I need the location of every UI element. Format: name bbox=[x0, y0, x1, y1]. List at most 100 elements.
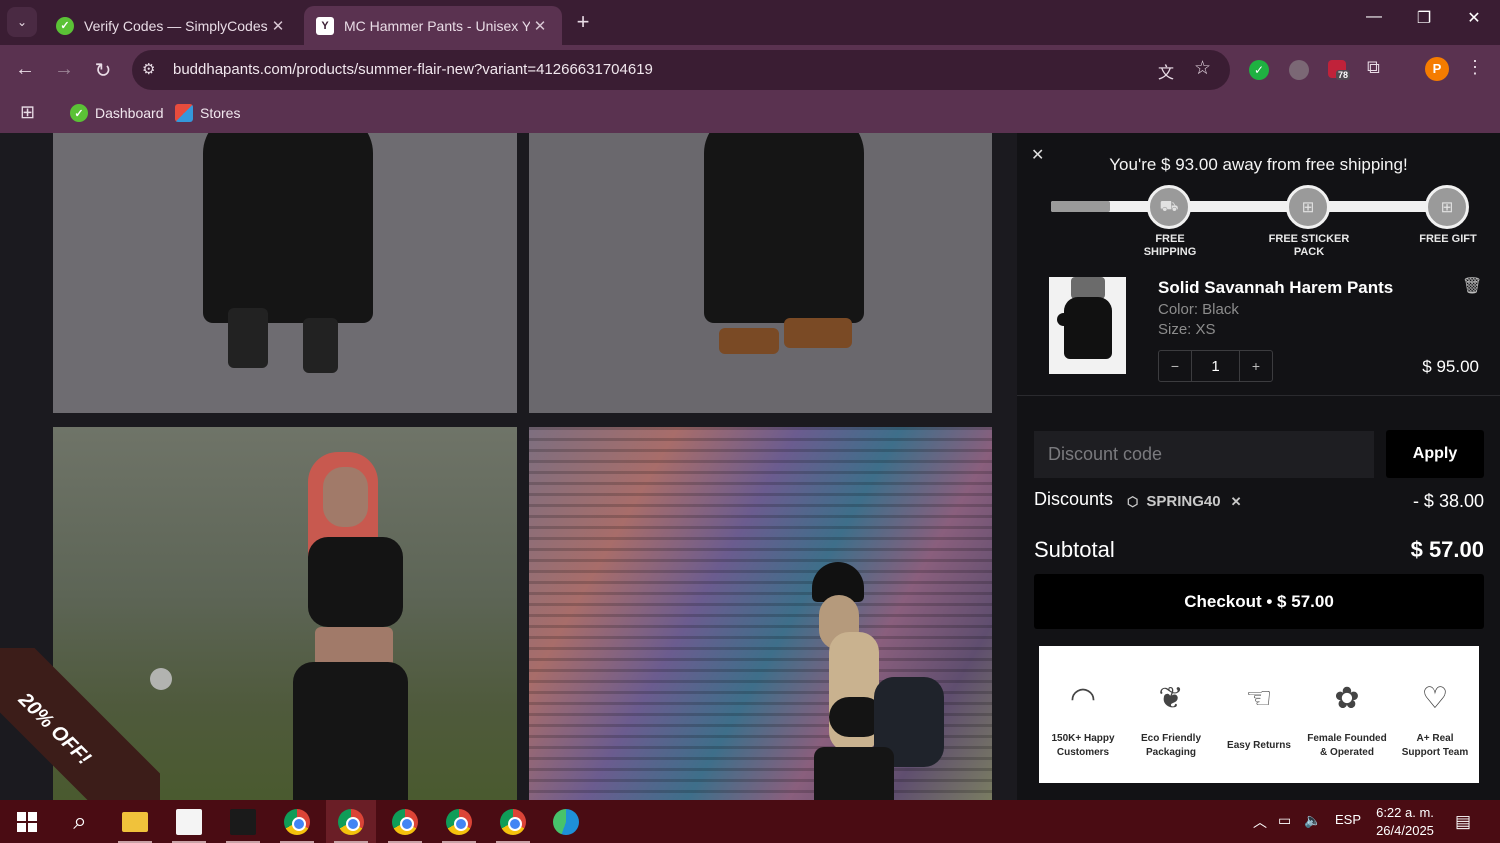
new-tab-button[interactable]: + bbox=[570, 9, 596, 35]
extension-badge-count: 78 bbox=[1336, 70, 1351, 80]
bookmark-star-icon[interactable]: ☆ bbox=[1194, 57, 1211, 80]
subtotal-label: Subtotal bbox=[1034, 537, 1115, 562]
product-photo-4[interactable] bbox=[529, 427, 992, 800]
buddhapants-favicon-icon: Y bbox=[316, 16, 334, 35]
cart-item-image[interactable] bbox=[1049, 277, 1126, 374]
start-button[interactable] bbox=[2, 800, 52, 843]
promo-ribbon[interactable]: 20% OFF! bbox=[0, 648, 160, 800]
badge-label: 150K+ Happy Customers bbox=[1051, 733, 1115, 758]
profile-avatar[interactable]: P bbox=[1425, 57, 1449, 81]
sandal-right bbox=[303, 318, 338, 373]
folder-icon bbox=[122, 811, 148, 832]
flower-icon: ✿ bbox=[1334, 682, 1360, 715]
edge-button[interactable] bbox=[541, 800, 591, 843]
sandal-right bbox=[784, 318, 852, 348]
volume-icon[interactable]: 🔈 bbox=[1304, 812, 1321, 829]
milestone-label: FREE GIFT bbox=[1419, 233, 1477, 245]
subtotal-value: $ 57.00 bbox=[1410, 537, 1484, 562]
windows-taskbar: ⌕ ︿ ▭ 🔈 ESP 6:22 a. m. 26/4/2025 ▤ bbox=[0, 800, 1500, 843]
quantity-value[interactable]: 1 bbox=[1191, 351, 1240, 381]
divider bbox=[1017, 395, 1500, 396]
tab-strip: ⌄ ✓ Verify Codes — SimplyCodes ✕ Y MC Ha… bbox=[0, 0, 1500, 45]
clock[interactable]: 6:22 a. m. 26/4/2025 bbox=[1366, 804, 1444, 840]
cart-item-name[interactable]: Solid Savannah Harem Pants bbox=[1158, 278, 1393, 298]
heart-icon: ♡ bbox=[1421, 682, 1449, 715]
address-bar[interactable]: ⚙ buddhapants.com/products/summer-flair-… bbox=[132, 50, 1230, 90]
chrome-icon bbox=[446, 808, 472, 835]
extension-badge-button[interactable]: 78 bbox=[1328, 58, 1354, 84]
tab-title: Verify Codes — SimplyCodes bbox=[84, 17, 268, 34]
language-indicator[interactable]: ESP bbox=[1335, 812, 1361, 827]
sandal-left bbox=[228, 308, 268, 368]
hand-icon: ☜ bbox=[1245, 682, 1273, 715]
app-button-1[interactable] bbox=[164, 800, 214, 843]
checkout-button[interactable]: Checkout • $ 57.00 bbox=[1034, 574, 1484, 629]
close-tab-icon[interactable]: ✕ bbox=[530, 17, 550, 35]
chrome-icon bbox=[284, 808, 310, 835]
translate-icon[interactable]: 文 bbox=[1158, 59, 1174, 83]
extension-check-icon[interactable]: ✓ bbox=[1249, 60, 1269, 80]
remove-discount-icon[interactable]: ✕ bbox=[1231, 494, 1242, 510]
badge-happy-customers: ◠ 150K+ Happy Customers bbox=[1039, 646, 1127, 783]
item-tag bbox=[1057, 313, 1070, 326]
milestone-label: FREE SHIPPING bbox=[1143, 233, 1197, 258]
shipping-progress-bar bbox=[1051, 201, 1446, 212]
badge-label: Female Founded & Operated bbox=[1307, 733, 1387, 758]
product-photo-1[interactable] bbox=[53, 133, 517, 413]
show-hidden-icons-icon[interactable]: ︿ bbox=[1253, 812, 1267, 832]
reload-icon[interactable]: ↻ bbox=[90, 58, 116, 83]
chrome-button-5[interactable] bbox=[488, 800, 538, 843]
chrome-icon bbox=[500, 808, 526, 835]
close-tab-icon[interactable]: ✕ bbox=[268, 17, 288, 35]
trust-badges: ◠ 150K+ Happy Customers ❦ Eco Friendly P… bbox=[1039, 646, 1479, 783]
file-explorer-button[interactable] bbox=[110, 800, 160, 843]
notifications-icon[interactable]: ▤ bbox=[1455, 812, 1471, 832]
cart-drawer: ✕ You're $ 93.00 away from free shipping… bbox=[1017, 133, 1500, 800]
item-pants bbox=[1064, 297, 1112, 359]
chrome-button-4[interactable] bbox=[434, 800, 484, 843]
restore-icon[interactable]: ❐ bbox=[1411, 8, 1437, 28]
apps-grid-icon[interactable]: ⊞ bbox=[20, 102, 35, 123]
back-icon[interactable]: ← bbox=[12, 58, 38, 81]
site-info-icon[interactable]: ⚙ bbox=[142, 60, 155, 78]
chrome-button-1[interactable] bbox=[272, 800, 322, 843]
extensions-puzzle-icon[interactable]: ⧉ bbox=[1367, 57, 1380, 78]
discount-code-input[interactable] bbox=[1034, 431, 1374, 478]
badge-female-founded: ✿ Female Founded & Operated bbox=[1303, 646, 1391, 783]
bookmarks-bar: ⊞ ✓ Dashboard Stores bbox=[0, 95, 1500, 133]
model-pants bbox=[814, 747, 894, 800]
tab-buddhapants[interactable]: Y MC Hammer Pants - Unisex Yog ✕ bbox=[304, 6, 562, 45]
chrome-button-2[interactable] bbox=[326, 800, 376, 843]
close-window-icon[interactable]: ✕ bbox=[1461, 8, 1487, 28]
browser-menu-icon[interactable]: ⋮ bbox=[1466, 57, 1484, 78]
minimize-icon[interactable]: — bbox=[1361, 8, 1387, 26]
apply-discount-button[interactable]: Apply bbox=[1386, 430, 1484, 478]
tag-icon: ⬡ bbox=[1127, 493, 1139, 509]
url-text[interactable]: buddhapants.com/products/summer-flair-ne… bbox=[173, 61, 653, 78]
bookmark-stores[interactable]: Stores bbox=[175, 101, 240, 125]
bookmark-dashboard[interactable]: ✓ Dashboard bbox=[70, 101, 164, 125]
cart-item-price: $ 95.00 bbox=[1422, 357, 1479, 376]
chrome-button-3[interactable] bbox=[380, 800, 430, 843]
item-shirt bbox=[1071, 277, 1105, 299]
milestone-free-gift: FREE GIFT bbox=[1388, 233, 1500, 246]
pants-figure bbox=[203, 133, 373, 323]
chrome-icon bbox=[392, 808, 418, 835]
tab-search-button[interactable]: ⌄ bbox=[7, 7, 37, 37]
gift-icon: ⊞ bbox=[1425, 185, 1469, 229]
tab-simplycodes[interactable]: ✓ Verify Codes — SimplyCodes ✕ bbox=[44, 6, 300, 45]
search-icon[interactable]: ⌕ bbox=[55, 800, 105, 843]
badge-support-team: ♡ A+ Real Support Team bbox=[1391, 646, 1479, 783]
app-button-2[interactable] bbox=[218, 800, 268, 843]
app-icon bbox=[176, 808, 202, 835]
increase-quantity-button[interactable]: + bbox=[1240, 351, 1272, 381]
product-photo-2[interactable] bbox=[529, 133, 992, 413]
tab-title: MC Hammer Pants - Unisex Yog bbox=[344, 17, 530, 34]
milestone-label: FREE STICKER PACK bbox=[1268, 233, 1350, 258]
network-icon[interactable]: ▭ bbox=[1278, 812, 1291, 829]
extension-grey-icon[interactable] bbox=[1289, 60, 1309, 80]
forward-icon[interactable]: → bbox=[51, 58, 77, 81]
trash-icon[interactable]: 🗑 bbox=[1462, 276, 1482, 296]
pants-figure bbox=[704, 133, 864, 323]
decrease-quantity-button[interactable]: − bbox=[1159, 351, 1191, 381]
